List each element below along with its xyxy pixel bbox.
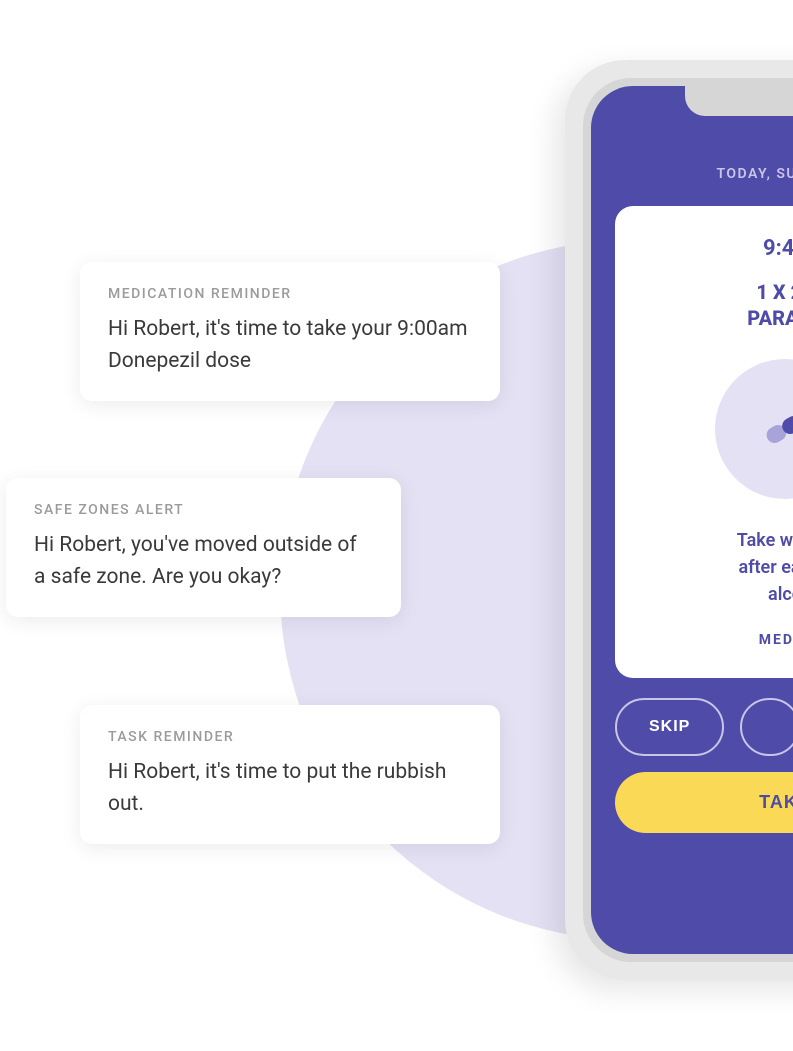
dose-line-1: 1 X 20 (756, 280, 793, 304)
phone-frame: TODAY, SUNDAY 2 9:40 1 X 20 PARACE (565, 60, 793, 980)
dose-line-2: PARACE (747, 306, 793, 330)
pill-icon (755, 399, 793, 459)
take-button[interactable]: TAKE (615, 772, 793, 833)
medication-card: 9:40 1 X 20 PARACE Take with gl after (615, 206, 793, 678)
notification-label: SAFE ZONES ALERT (34, 502, 373, 518)
phone-screen: TODAY, SUNDAY 2 9:40 1 X 20 PARACE (591, 86, 793, 954)
notification-text: Hi Robert, it's time to put the rubbish … (108, 757, 472, 820)
notification-card-safezone: SAFE ZONES ALERT Hi Robert, you've moved… (6, 478, 401, 617)
medication-instructions: Take with gl after eating alco (639, 527, 793, 608)
medication-dose: 1 X 20 PARACE (639, 279, 793, 331)
notification-card-medication: MEDICATION REMINDER Hi Robert, it's time… (80, 262, 500, 401)
pill-circle (715, 359, 793, 499)
section-label: MEDIC (639, 632, 793, 648)
date-header: TODAY, SUNDAY 2 (615, 166, 793, 182)
instructions-line-3: alco (768, 584, 793, 605)
phone-notch (685, 86, 793, 116)
notification-text: Hi Robert, it's time to take your 9:00am… (108, 314, 472, 377)
notification-label: TASK REMINDER (108, 729, 472, 745)
skip-button[interactable]: SKIP (615, 698, 724, 756)
instructions-line-2: after eating (738, 557, 793, 578)
medication-time: 9:40 (639, 236, 793, 261)
notification-label: MEDICATION REMINDER (108, 286, 472, 302)
instructions-line-1: Take with gl (737, 530, 793, 551)
button-row: SKIP (615, 698, 793, 756)
phone-bezel: TODAY, SUNDAY 2 9:40 1 X 20 PARACE (583, 78, 793, 962)
notification-card-task: TASK REMINDER Hi Robert, it's time to pu… (80, 705, 500, 844)
secondary-button[interactable] (740, 698, 793, 756)
notification-text: Hi Robert, you've moved outside of a saf… (34, 530, 373, 593)
